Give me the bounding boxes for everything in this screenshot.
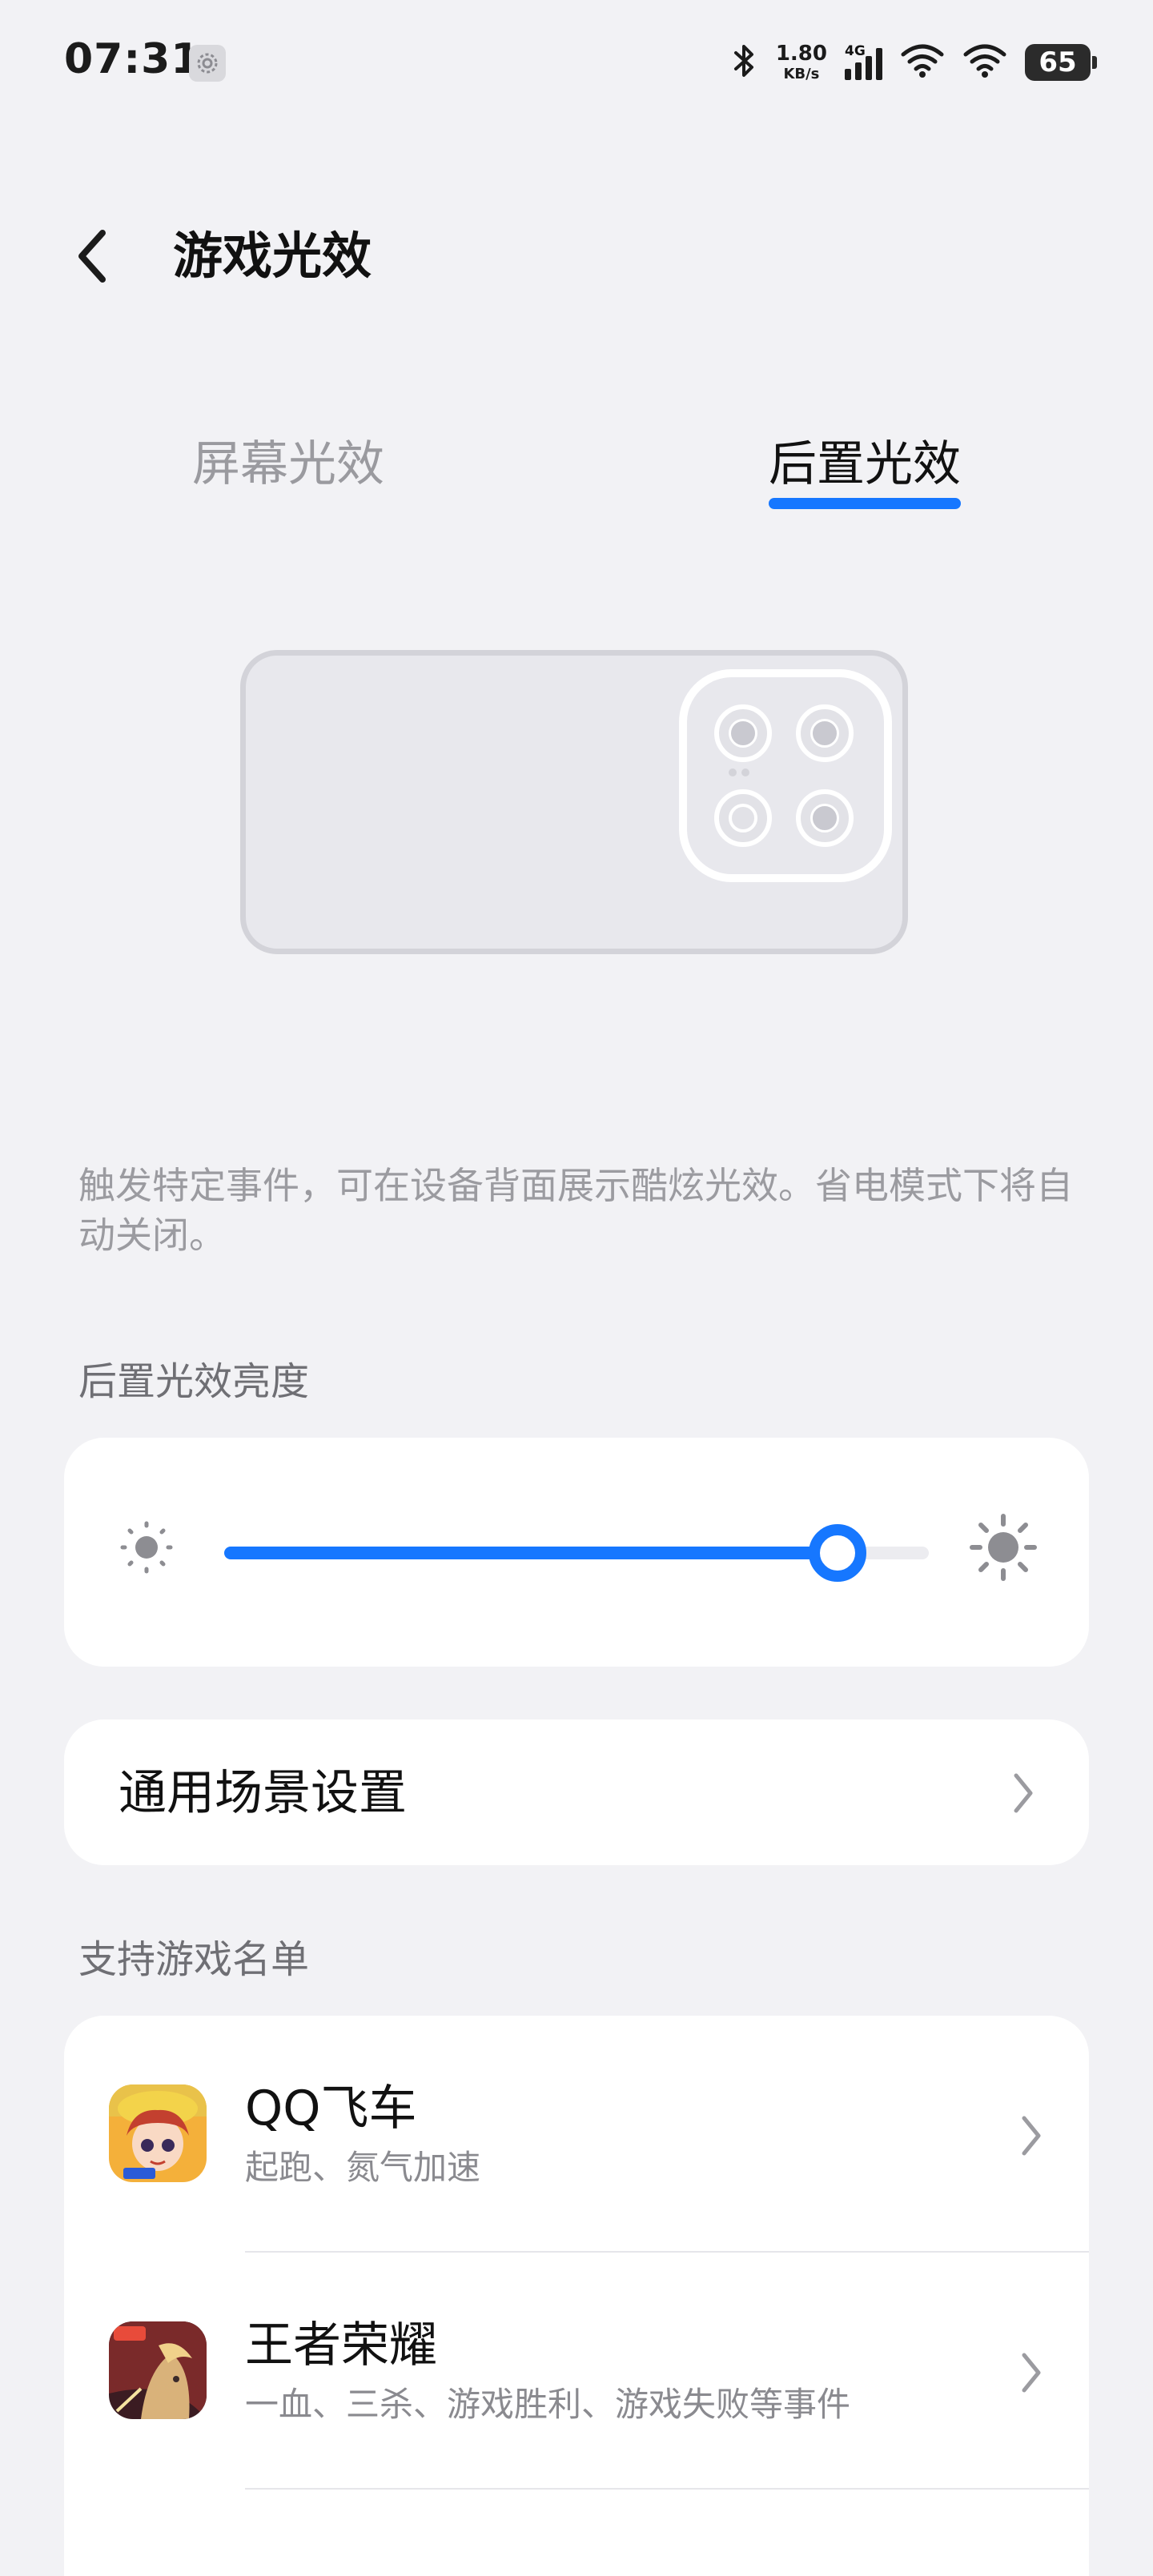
- chevron-right-icon: [1007, 1767, 1039, 1819]
- game-row-honor-of-kings[interactable]: [64, 2253, 1089, 2488]
- flash-dots: [729, 768, 749, 776]
- page-title: 游戏光效: [173, 227, 372, 285]
- brightness-high-icon: [969, 1513, 1038, 1582]
- general-scene-settings-label: 通用场景设置: [119, 1765, 407, 1821]
- feature-description: 触发特定事件，可在设备背面展示酷炫光效。省电模式下将自动关闭。: [78, 1164, 1073, 1257]
- brightness-section-label: 后置光效亮度: [78, 1359, 310, 1404]
- camera-lens-icon: [796, 704, 854, 762]
- wifi-icon: [900, 43, 945, 82]
- chevron-right-icon: [1015, 2347, 1047, 2398]
- row-divider: [245, 2488, 1089, 2490]
- tab-screen-light[interactable]: 屏幕光效: [192, 432, 384, 496]
- wifi-icon: [962, 43, 1007, 82]
- game-name: QQ飞车: [245, 2080, 417, 2137]
- bluetooth-icon: [731, 42, 758, 83]
- brightness-slider-thumb[interactable]: [808, 1524, 866, 1582]
- chevron-left-icon: [78, 230, 106, 283]
- network-speed-unit: KB/s: [783, 66, 820, 82]
- honor-of-kings-app-icon: [109, 2321, 207, 2419]
- brightness-low-icon: [119, 1519, 175, 1575]
- battery-icon: 65: [1025, 44, 1097, 81]
- status-time: 07:31: [64, 35, 201, 83]
- battery-level: 65: [1039, 46, 1077, 78]
- tab-active-indicator: [769, 498, 961, 509]
- back-button[interactable]: [69, 224, 117, 288]
- tab-rear-light[interactable]: 后置光效: [769, 432, 961, 496]
- network-speed-value: 1.80: [775, 42, 827, 66]
- camera-lens-icon: [714, 789, 772, 847]
- settings-icon: [189, 45, 226, 82]
- signal-icon: 4G: [845, 43, 882, 80]
- camera-lens-icon: [714, 704, 772, 762]
- game-row-qq-speed[interactable]: [64, 2016, 1089, 2251]
- network-type: 4G: [845, 43, 866, 59]
- supported-games-section-label: 支持游戏名单: [78, 1937, 310, 1982]
- game-name: 王者荣耀: [245, 2317, 437, 2373]
- game-events: 起跑、氮气加速: [245, 2148, 481, 2187]
- qq-speed-app-icon: [109, 2084, 207, 2182]
- status-icons: 1.80 KB/s 4G 65: [731, 38, 1097, 86]
- chevron-right-icon: [1015, 2110, 1047, 2161]
- camera-module-illustration: [679, 669, 892, 882]
- brightness-slider-fill: [224, 1547, 838, 1559]
- network-speed: 1.80 KB/s: [776, 43, 827, 82]
- camera-lens-icon: [796, 789, 854, 847]
- game-events: 一血、三杀、游戏胜利、游戏失败等事件: [245, 2385, 851, 2424]
